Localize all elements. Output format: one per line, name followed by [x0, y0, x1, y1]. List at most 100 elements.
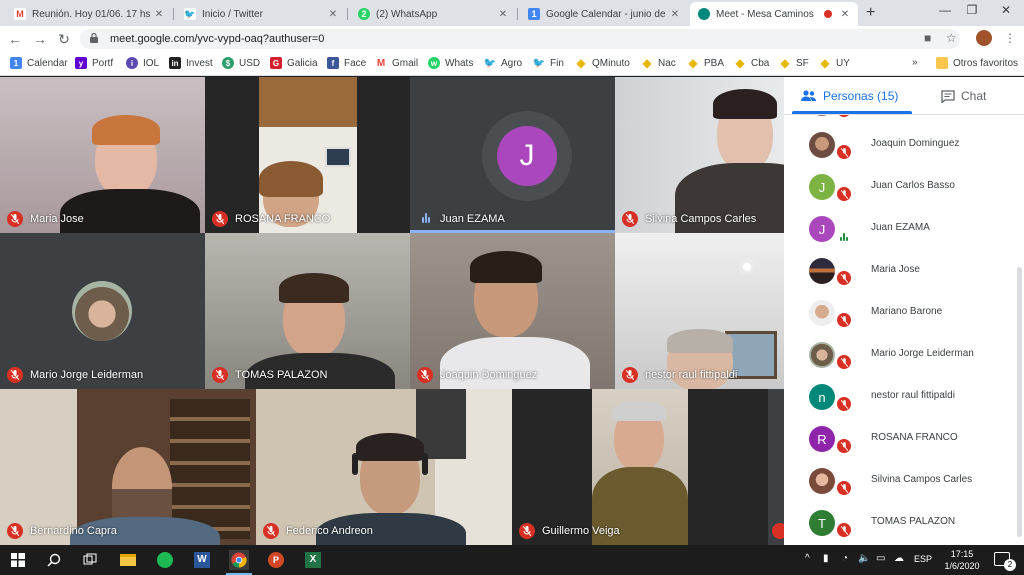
tab-meet[interactable]: Meet - Mesa Caminos ✕ [690, 2, 858, 26]
window-close-button[interactable]: ✕ [996, 3, 1016, 17]
reload-button[interactable]: ↻ [55, 31, 73, 47]
participant-name: nestor raul fittipaldi [871, 390, 955, 401]
video-tile[interactable]: nestor raul fittipaldi [615, 233, 784, 389]
chrome-icon[interactable] [229, 550, 249, 570]
bookmark-cba[interactable]: ◆ Cba [734, 56, 769, 70]
speaking-indicator-icon [840, 233, 848, 241]
clock-date: 1/6/2020 [944, 561, 980, 571]
bookmark-iol[interactable]: i IOL [126, 57, 159, 69]
video-tile[interactable]: Guillermo Veiga [512, 389, 768, 545]
profile-avatar[interactable] [976, 30, 992, 46]
participant-avatar [72, 281, 132, 341]
network-icon[interactable]: ◔ [842, 553, 848, 564]
video-tile-partial[interactable] [768, 389, 784, 545]
close-icon[interactable]: ✕ [838, 9, 852, 20]
participant-list-item[interactable]: n nestor raul fittipaldi [784, 375, 1018, 417]
tray-overflow-icon[interactable]: ^ [805, 553, 810, 564]
bookmark-star-icon[interactable]: ☆ [946, 31, 957, 45]
forward-button[interactable]: → [31, 31, 49, 47]
windows-start-icon[interactable] [8, 550, 28, 570]
participant-list-scrollbar[interactable] [1017, 267, 1022, 537]
video-tile[interactable]: Maria Jose [0, 77, 205, 233]
participant-list-item[interactable]: R ROSANA FRANCO [784, 417, 1018, 459]
power-icon[interactable]: ▭ [876, 553, 885, 564]
video-tile[interactable]: Joaquin Dominguez [410, 233, 615, 389]
participant-name: Mario Jorge Leiderman [871, 348, 974, 359]
bookmark-face[interactable]: f Face [327, 57, 366, 69]
menu-icon[interactable]: ⋮ [1004, 31, 1016, 45]
tab-twitter[interactable]: 🐦 Inicio / Twitter ✕ [176, 2, 346, 26]
video-tile[interactable]: ROSANA FRANCO [205, 77, 410, 233]
restore-button[interactable]: ❐ [962, 3, 982, 17]
participant-name: TOMAS PALAZON [235, 369, 328, 381]
video-tile[interactable]: Silvina Campos Carles [615, 77, 784, 233]
onedrive-icon[interactable]: ☁ [894, 553, 904, 564]
spotify-icon[interactable] [155, 550, 175, 570]
new-tab-button[interactable]: + [866, 4, 875, 22]
system-clock[interactable]: 17:15 1/6/2020 [940, 548, 984, 572]
powerpoint-icon[interactable]: P [266, 550, 286, 570]
video-tile[interactable]: Bernardino Capra [0, 389, 256, 545]
bookmark-whats[interactable]: w Whats [428, 57, 473, 69]
back-button[interactable]: ← [6, 31, 24, 47]
participant-name: Juan EZAMA [440, 213, 505, 225]
tab-gmail[interactable]: M Reunión. Hoy 01/06. 17 hs - de ✕ [6, 2, 172, 26]
diamond-icon: ◆ [780, 56, 790, 70]
bookmark-pba[interactable]: ◆ PBA [687, 56, 724, 70]
close-icon[interactable]: ✕ [668, 9, 682, 20]
bookmark-portf[interactable]: y Portf [75, 57, 113, 69]
bookmark-sf[interactable]: ◆ SF [779, 56, 808, 70]
bookmark-nac[interactable]: ◆ Nac [641, 56, 675, 70]
bookmark-gmail[interactable]: M Gmail [375, 57, 418, 69]
close-icon[interactable]: ✕ [152, 9, 166, 20]
mic-off-icon [212, 211, 228, 227]
task-view-icon[interactable] [80, 550, 100, 570]
participant-avatar: T [809, 510, 835, 536]
video-tile[interactable]: Mario Jorge Leiderman [0, 233, 205, 389]
meet-icon [698, 8, 710, 20]
participant-list-item[interactable]: T TOMAS PALAZON [784, 501, 1018, 543]
camera-icon[interactable]: ■ [924, 31, 931, 45]
participant-list-item[interactable]: Silvina Campos Carles [784, 459, 1018, 501]
mic-off-icon [836, 186, 852, 202]
participant-list-item[interactable]: Mariano Barone [784, 291, 1018, 333]
tab-chat[interactable]: Chat [941, 89, 986, 103]
close-icon[interactable]: ✕ [496, 9, 510, 20]
file-explorer-icon[interactable] [118, 550, 138, 570]
diamond-icon: ◆ [576, 56, 586, 70]
tab-whatsapp[interactable]: 2 (2) WhatsApp ✕ [350, 2, 516, 26]
people-icon [801, 90, 816, 101]
browser-toolbar: ← → ↻ meet.google.com/yvc-vypd-oaq?authu… [0, 26, 1024, 52]
bookmark-invest[interactable]: in Invest [169, 57, 213, 69]
close-icon[interactable]: ✕ [326, 9, 340, 20]
address-bar[interactable]: meet.google.com/yvc-vypd-oaq?authuser=0 [80, 29, 960, 49]
bookmark-agro[interactable]: 🐦 Agro [484, 57, 522, 69]
microphone-icon[interactable]: ▮ [823, 553, 829, 564]
language-indicator[interactable]: ESP [914, 554, 932, 564]
video-tile[interactable]: Federico Andreon [256, 389, 512, 545]
participant-list-item[interactable]: Mario Jorge Leiderman [784, 333, 1018, 375]
tab-people[interactable]: Personas (15) [801, 89, 898, 103]
minimize-button[interactable]: — [935, 3, 955, 17]
bookmark-galicia[interactable]: G Galicia [270, 57, 318, 69]
bookmark-qminuto[interactable]: ◆ QMinuto [575, 56, 629, 70]
tab-calendar[interactable]: 1 Google Calendar - junio de 20 ✕ [520, 2, 688, 26]
video-tile[interactable]: TOMAS PALAZON [205, 233, 410, 389]
bookmark-fin[interactable]: 🐦 Fin [533, 57, 564, 69]
search-icon[interactable] [44, 550, 64, 570]
bookmark-uy[interactable]: ◆ UY [819, 56, 850, 70]
word-icon[interactable]: W [192, 550, 212, 570]
bookmark-usd[interactable]: $ USD [222, 57, 260, 69]
participant-list-item[interactable]: Maria Jose [784, 249, 1018, 291]
tab-title: Inicio / Twitter [202, 8, 263, 20]
participant-list-item[interactable]: J Juan Carlos Basso [784, 165, 1018, 207]
participant-list-item[interactable]: J Juan EZAMA [784, 207, 1018, 249]
bookmarks-overflow-button[interactable]: » [912, 57, 918, 68]
other-bookmarks-folder[interactable]: Otros favoritos [936, 57, 1018, 69]
bookmark-calendar[interactable]: 1 Calendar [10, 57, 68, 69]
excel-icon[interactable]: X [303, 550, 323, 570]
participant-list-item[interactable]: Joaquin Dominguez [784, 123, 1018, 165]
twitter-icon: 🐦 [483, 57, 497, 69]
volume-icon[interactable]: 🔈 [858, 553, 870, 564]
video-tile-active-speaker[interactable]: J Juan EZAMA [410, 77, 615, 233]
